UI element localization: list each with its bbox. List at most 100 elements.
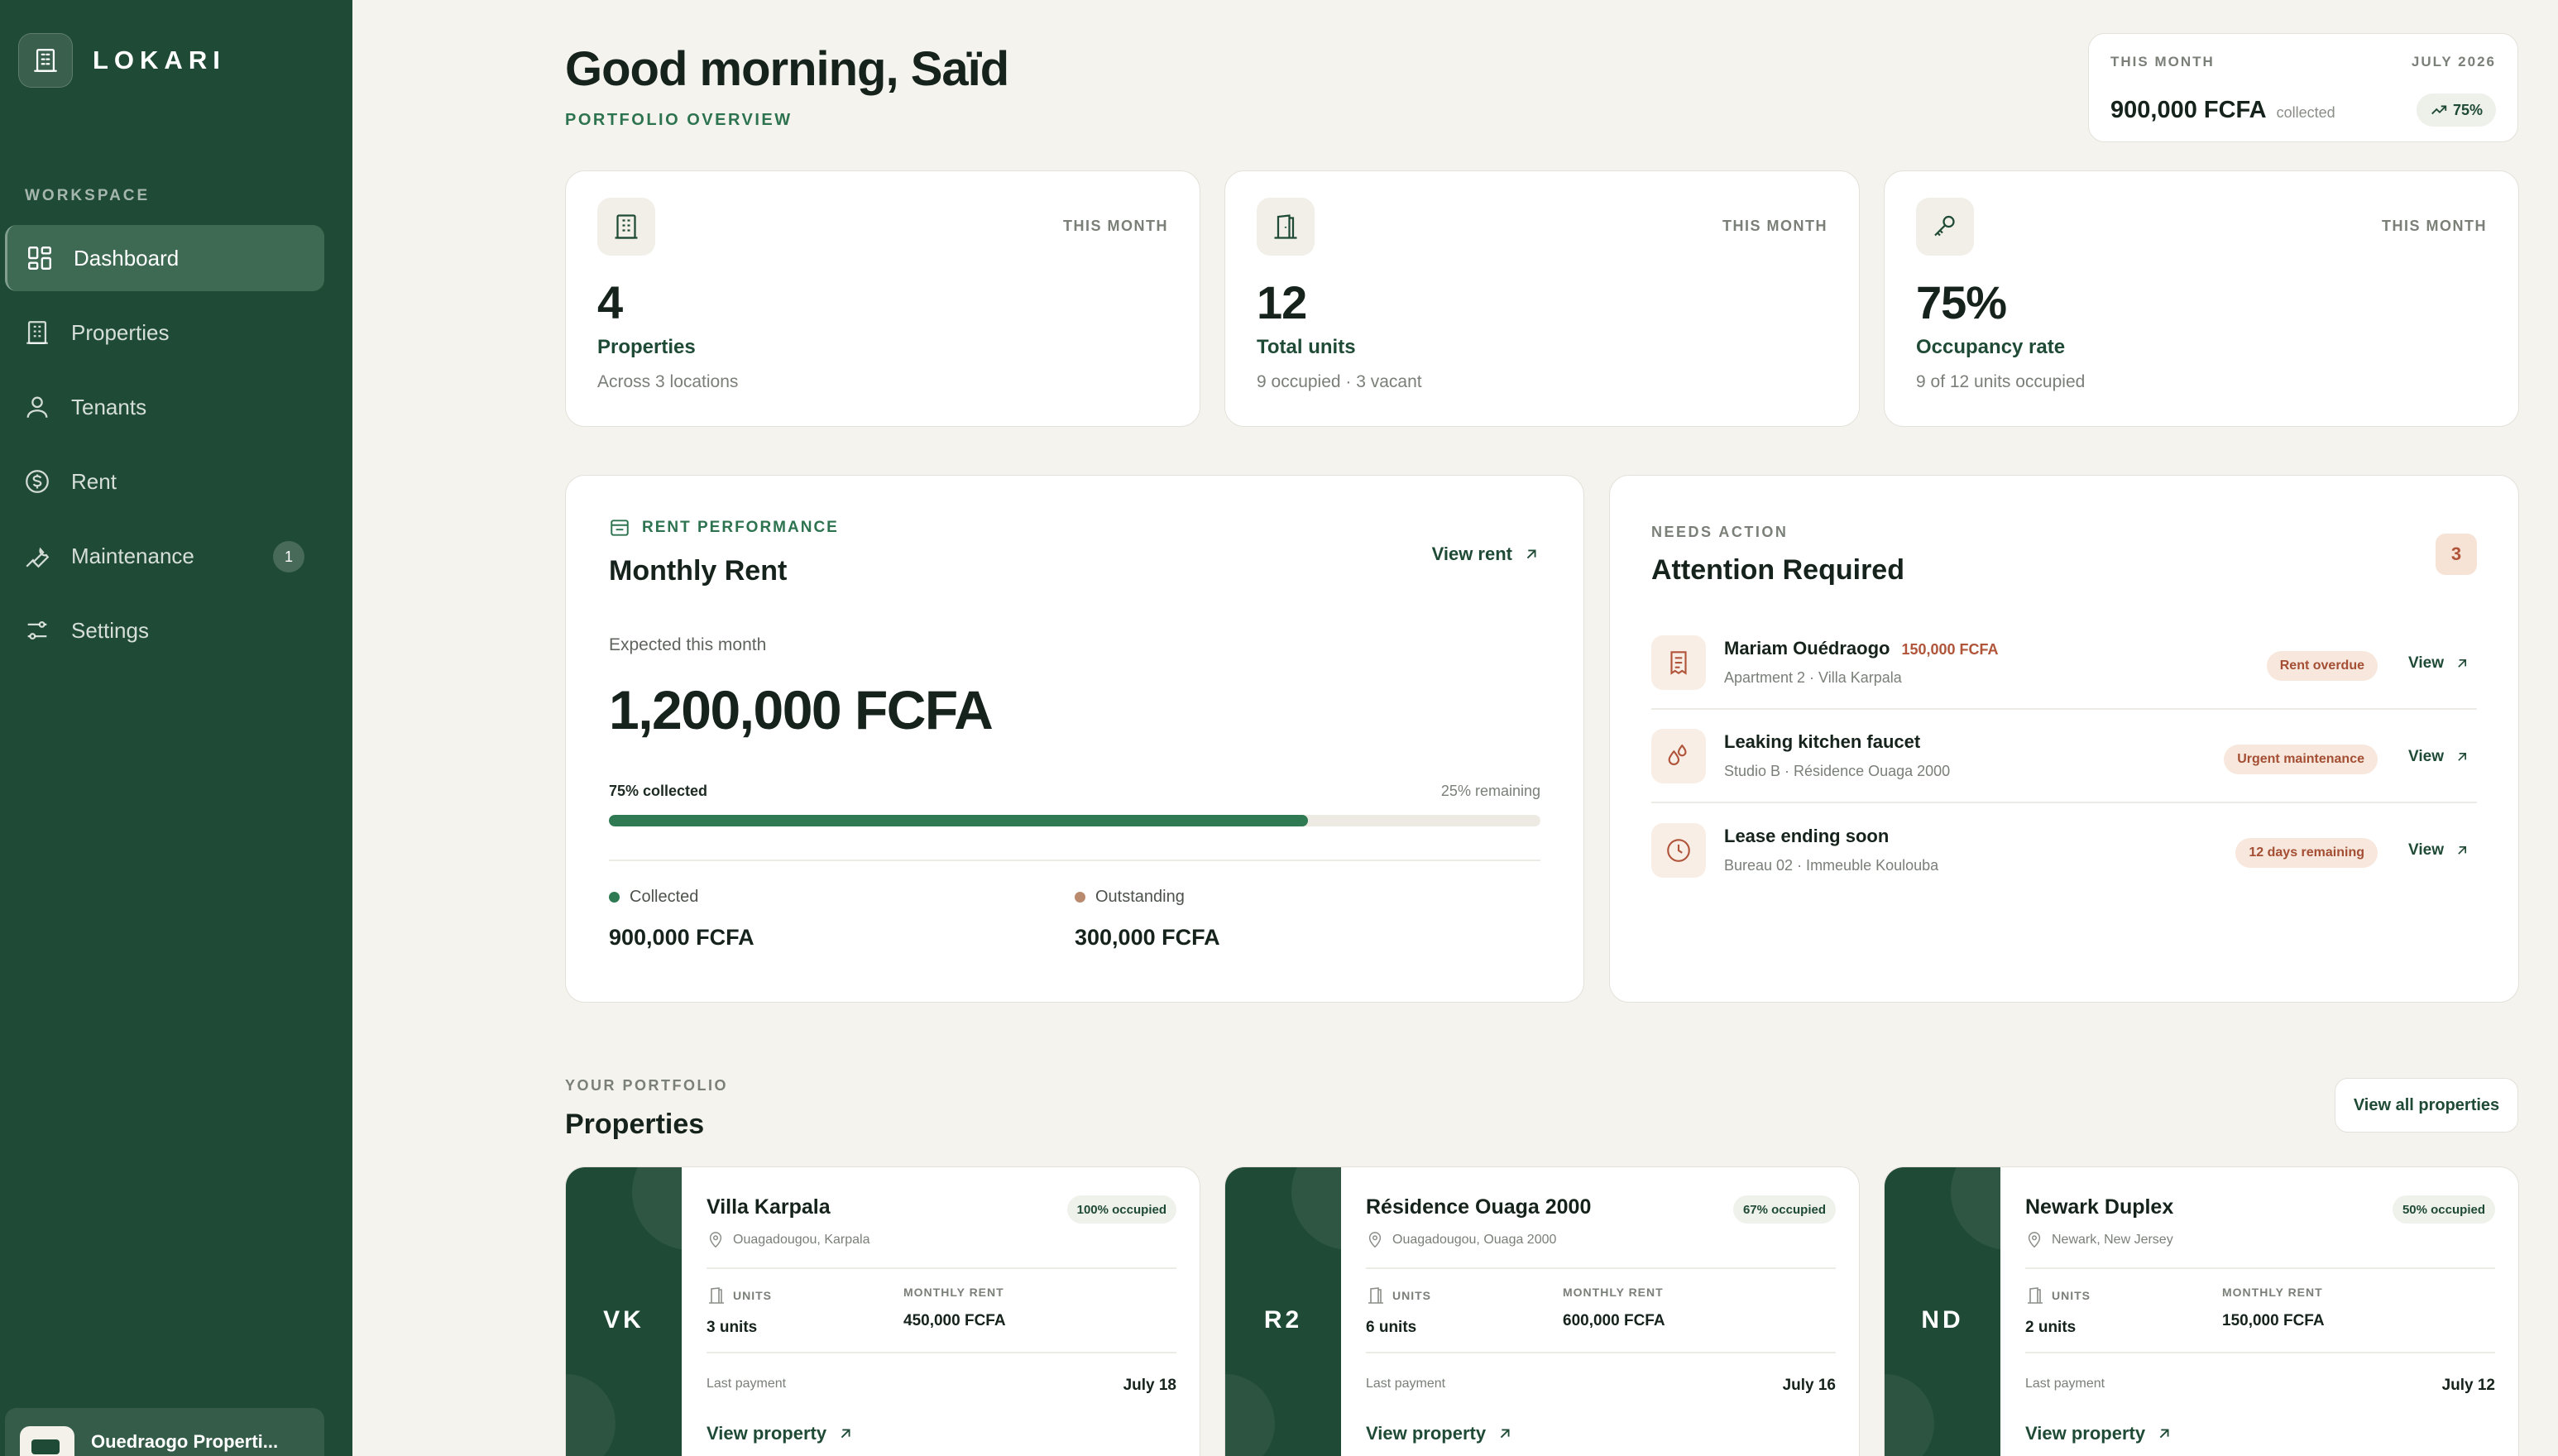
outstanding-amount: 300,000 FCFA <box>1075 925 1220 950</box>
collected-dot <box>609 892 620 903</box>
view-property-label: View property <box>2025 1423 2146 1444</box>
attention-item-amount: 150,000 FCFA <box>1901 641 1999 658</box>
view-property-label: View property <box>707 1423 827 1444</box>
door-icon <box>2028 1287 2043 1304</box>
view-item-link[interactable]: View <box>2408 748 2470 766</box>
maintenance-count-badge: 1 <box>273 541 304 572</box>
units-label: UNITS <box>2052 1289 2091 1302</box>
map-pin-icon <box>1368 1232 1382 1248</box>
last-payment-label: Last payment <box>1366 1377 1446 1391</box>
property-cover: ND <box>1885 1167 2000 1456</box>
arrow-up-right-icon <box>2458 659 2466 668</box>
receipt-icon <box>611 520 629 536</box>
sidebar-item-tenants[interactable]: Tenants <box>5 374 324 440</box>
view-item-link[interactable]: View <box>2408 654 2470 673</box>
brand[interactable]: LOKARI <box>18 33 226 88</box>
stat-label: Total units <box>1257 336 1356 358</box>
stat-value: 12 <box>1257 276 1307 328</box>
collected-label: Collected <box>630 888 699 906</box>
units-value: 2 units <box>2025 1319 2077 1336</box>
sidebar-item-label: Dashboard <box>74 245 180 271</box>
collected-amount: 900,000 FCFA <box>609 925 754 950</box>
property-card[interactable]: R2 Résidence Ouaga 2000 67% occupied Oua… <box>1224 1166 1860 1456</box>
view-rent-link[interactable]: View rent <box>1432 544 1540 565</box>
sidebar-item-properties[interactable]: Properties <box>5 299 324 366</box>
key-icon <box>1916 198 1974 256</box>
avatar <box>20 1426 74 1456</box>
attention-title: Attention Required <box>1651 554 1904 586</box>
stat-subtext: 9 of 12 units occupied <box>1916 372 2086 391</box>
status-badge: 12 days remaining <box>2235 838 2378 868</box>
attention-count-badge: 3 <box>2436 534 2477 575</box>
brand-name: LOKARI <box>93 46 226 74</box>
trend-value: 75% <box>2452 101 2483 118</box>
monthly-rent-value: 600,000 FCFA <box>1563 1312 1665 1329</box>
units-value: 6 units <box>1366 1319 1417 1336</box>
monthly-summary-card: THIS MONTH JULY 2026 900,000 FCFA collec… <box>2088 33 2518 142</box>
sidebar-item-settings[interactable]: Settings <box>5 597 324 663</box>
rent-performance-card: RENT PERFORMANCE Monthly Rent View rent … <box>565 475 1584 1003</box>
expected-label: Expected this month <box>609 635 767 654</box>
attention-item-subtitle: Studio B · Résidence Ouaga 2000 <box>1724 763 1951 779</box>
user-icon <box>26 396 48 418</box>
attention-item-title: Leaking kitchen faucet <box>1724 731 1921 752</box>
collected-percent-label: 75% collected <box>609 783 708 799</box>
account-name: Ouedraogo Properti... <box>91 1431 279 1452</box>
units-label: UNITS <box>1392 1289 1431 1302</box>
last-payment-date: July 12 <box>2441 1377 2495 1394</box>
view-property-link[interactable]: View property <box>1366 1423 1836 1444</box>
droplets-icon <box>1651 728 1706 783</box>
view-item-link[interactable]: View <box>2408 841 2470 860</box>
last-payment-date: July 16 <box>1782 1377 1836 1394</box>
status-badge: Rent overdue <box>2266 651 2378 681</box>
attention-item: Lease ending soon Bureau 02 · Immeuble K… <box>1651 803 2477 897</box>
rent-title: Monthly Rent <box>609 555 788 587</box>
outstanding-label: Outstanding <box>1095 888 1185 906</box>
clock-icon <box>1651 822 1706 878</box>
monthly-rent-value: 150,000 FCFA <box>2222 1312 2325 1329</box>
collected-summary: Collected 900,000 FCFA <box>609 888 1075 951</box>
property-cover: VK <box>566 1167 682 1456</box>
occupancy-badge: 50% occupied <box>2392 1195 2495 1224</box>
arrow-up-right-icon <box>1500 1429 1510 1439</box>
receipt-icon <box>1651 635 1706 690</box>
trend-badge: 75% <box>2416 93 2496 127</box>
view-property-label: View property <box>1366 1423 1487 1444</box>
stat-period: THIS MONTH <box>1722 218 1827 234</box>
occupancy-badge: 100% occupied <box>1066 1195 1176 1224</box>
property-card[interactable]: ND Newark Duplex 50% occupied Newark, Ne… <box>1884 1166 2519 1456</box>
attention-card: NEEDS ACTION Attention Required 3 Mariam… <box>1609 475 2519 1003</box>
attention-item: Leaking kitchen faucet Studio B · Réside… <box>1651 710 2477 803</box>
view-property-link[interactable]: View property <box>707 1423 1176 1444</box>
rent-progress-bar <box>609 815 1540 826</box>
attention-item-subtitle: Bureau 02 · Immeuble Koulouba <box>1724 857 1939 874</box>
property-card[interactable]: VK Villa Karpala 100% occupied Ouagadoug… <box>565 1166 1200 1456</box>
stat-card-units[interactable]: THIS MONTH 12 Total units 9 occupied · 3… <box>1224 170 1860 427</box>
summary-date: JULY 2026 <box>2411 54 2496 69</box>
view-label: View <box>2408 748 2444 765</box>
sidebar-item-maintenance[interactable]: Maintenance 1 <box>5 523 324 589</box>
portfolio-title: Properties <box>565 1109 705 1140</box>
view-all-properties-button[interactable]: View all properties <box>2335 1078 2518 1133</box>
units-label: UNITS <box>733 1289 772 1302</box>
sidebar-item-label: Settings <box>71 617 149 643</box>
outstanding-summary: Outstanding 300,000 FCFA <box>1075 888 1540 951</box>
attention-item-title: Mariam Ouédraogo <box>1724 638 1890 659</box>
portfolio-eyebrow: YOUR PORTFOLIO <box>565 1077 728 1094</box>
view-label: View <box>2408 841 2444 859</box>
stat-card-occupancy[interactable]: THIS MONTH 75% Occupancy rate 9 of 12 un… <box>1884 170 2519 427</box>
sidebar-item-dashboard[interactable]: Dashboard <box>5 225 324 291</box>
door-icon <box>1368 1287 1383 1304</box>
rent-eyebrow-label: RENT PERFORMANCE <box>642 519 839 536</box>
account-switcher[interactable]: Ouedraogo Properti... <box>5 1408 324 1456</box>
arrow-up-right-icon <box>2458 846 2466 855</box>
sidebar-item-rent[interactable]: Rent <box>5 448 324 515</box>
dollar-icon <box>26 470 49 493</box>
arrow-up-right-icon <box>841 1429 850 1439</box>
monthly-rent-label: MONTHLY RENT <box>2222 1286 2323 1299</box>
property-location: Ouagadougou, Ouaga 2000 <box>1392 1233 1557 1247</box>
stat-subtext: Across 3 locations <box>597 372 739 391</box>
stat-card-properties[interactable]: THIS MONTH 4 Properties Across 3 locatio… <box>565 170 1200 427</box>
view-property-link[interactable]: View property <box>2025 1423 2495 1444</box>
rent-progress-fill <box>609 815 1308 826</box>
